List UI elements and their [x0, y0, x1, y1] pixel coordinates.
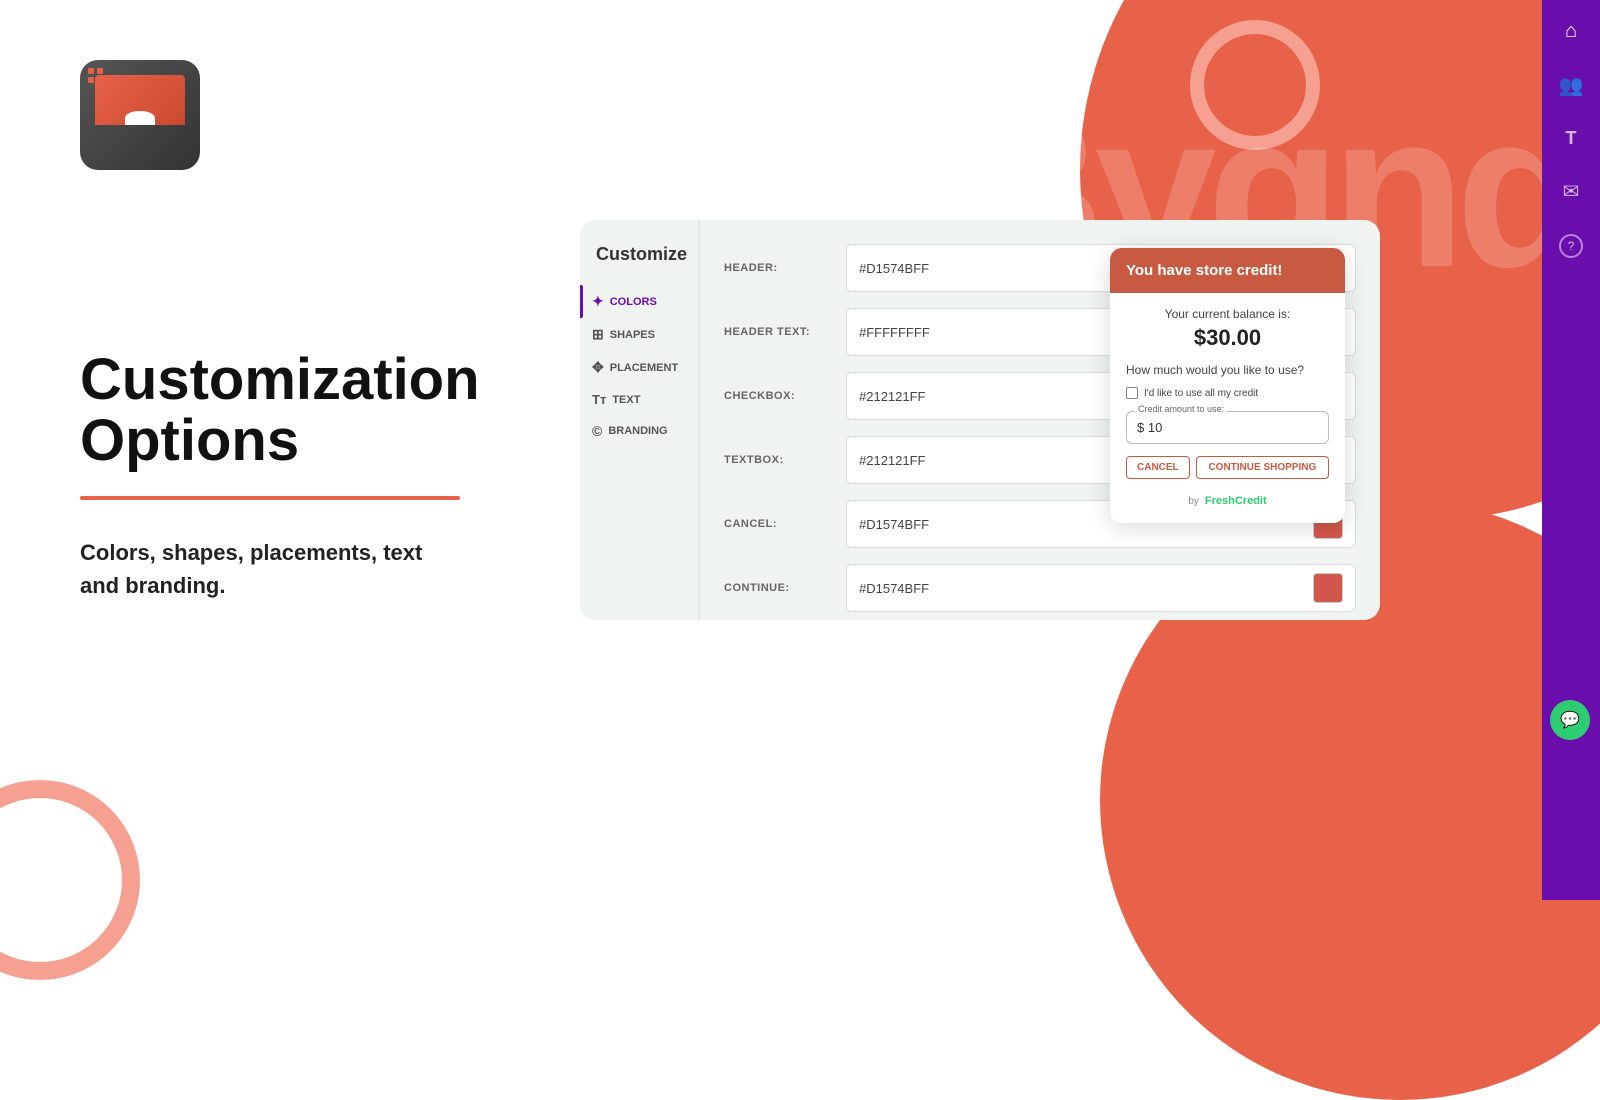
heading-divider [80, 496, 460, 500]
sidebar-users-icon[interactable]: 👥 [1559, 73, 1584, 98]
color-input-wrap[interactable] [846, 564, 1356, 612]
logo-dot [97, 68, 103, 74]
widget-header-title: You have store credit! [1126, 262, 1329, 279]
widget-credit-legend: Credit amount to use: [1135, 404, 1227, 414]
sidebar-label-text: TEXT [612, 394, 640, 406]
sidebar-mail-icon[interactable]: ✉ [1563, 179, 1580, 204]
color-field-label: TEXTBOX: [724, 454, 834, 466]
color-field-label: CONTINUE: [724, 582, 834, 594]
shapes-icon: ⊞ [592, 326, 604, 343]
sidebar-type-icon[interactable]: T [1566, 128, 1577, 149]
bg-arc-top-right [1190, 20, 1320, 150]
widget-footer-by-label: by [1188, 496, 1199, 507]
logo-awning [95, 75, 185, 125]
widget-question: How much would you like to use? [1126, 363, 1329, 377]
text-icon: Tт [592, 392, 606, 407]
sidebar-item-text[interactable]: Tт TEXT [580, 384, 698, 415]
customize-sidebar: Customize ✦ COLORS ⊞ SHAPES ✥ PLACEMENT … [580, 220, 700, 620]
colors-icon: ✦ [592, 293, 604, 310]
color-field-label: CHECKBOX: [724, 390, 834, 402]
logo-container [80, 60, 210, 190]
right-sidebar: ⌂ 👥 T ✉ ? [1542, 0, 1600, 900]
logo-box [80, 60, 200, 170]
color-hex-input[interactable] [859, 581, 1305, 596]
sidebar-item-branding[interactable]: © BRANDING [580, 415, 698, 447]
color-field-label: HEADER: [724, 262, 834, 274]
sidebar-label-placement: PLACEMENT [610, 362, 678, 374]
panel-title: Customize [580, 244, 698, 285]
widget-buttons: CANCEL CONTINUE SHOPPING [1126, 456, 1329, 479]
sidebar-label-branding: BRANDING [608, 425, 667, 437]
sidebar-label-shapes: SHAPES [610, 329, 655, 341]
widget-continue-button[interactable]: CONTINUE SHOPPING [1196, 456, 1329, 479]
sidebar-home-icon[interactable]: ⌂ [1565, 20, 1577, 43]
widget-cancel-button[interactable]: CANCEL [1126, 456, 1190, 479]
color-row-continue: CONTINUE: [724, 564, 1356, 612]
sidebar-item-colors[interactable]: ✦ COLORS [580, 285, 698, 318]
logo-dot [88, 77, 94, 83]
logo-dot [88, 68, 94, 74]
widget-balance-label: Your current balance is: [1126, 307, 1329, 321]
widget-balance-amount: $30.00 [1126, 325, 1329, 351]
page-heading: Customization Options [80, 350, 580, 472]
page-subtext: Colors, shapes, placements, textand bran… [80, 536, 580, 602]
widget-credit-input[interactable]: $ 10 [1137, 420, 1318, 435]
sidebar-help-icon[interactable]: ? [1559, 234, 1583, 258]
color-swatch[interactable] [1313, 573, 1343, 603]
widget-body: Your current balance is: $30.00 How much… [1110, 293, 1345, 523]
widget-checkbox-label: I'd like to use all my credit [1144, 388, 1258, 399]
chat-fab-button[interactable]: 💬 [1550, 700, 1590, 740]
sidebar-item-placement[interactable]: ✥ PLACEMENT [580, 351, 698, 384]
bg-circle-bottom-left [0, 780, 140, 980]
color-field-label: HEADER TEXT: [724, 326, 834, 338]
placement-icon: ✥ [592, 359, 604, 376]
widget-footer-brand: FreshCredit [1205, 495, 1267, 507]
color-field-label: CANCEL: [724, 518, 834, 530]
widget-credit-box: Credit amount to use: $ 10 [1126, 411, 1329, 444]
preview-widget: You have store credit! Your current bala… [1110, 248, 1345, 523]
widget-header: You have store credit! [1110, 248, 1345, 293]
widget-checkbox[interactable] [1126, 387, 1138, 399]
sidebar-label-colors: COLORS [610, 296, 657, 308]
branding-icon: © [592, 423, 602, 439]
widget-checkbox-row: I'd like to use all my credit [1126, 387, 1329, 399]
left-panel: Customization Options Colors, shapes, pl… [80, 60, 580, 602]
sidebar-item-shapes[interactable]: ⊞ SHAPES [580, 318, 698, 351]
widget-footer: by FreshCredit [1126, 491, 1329, 509]
